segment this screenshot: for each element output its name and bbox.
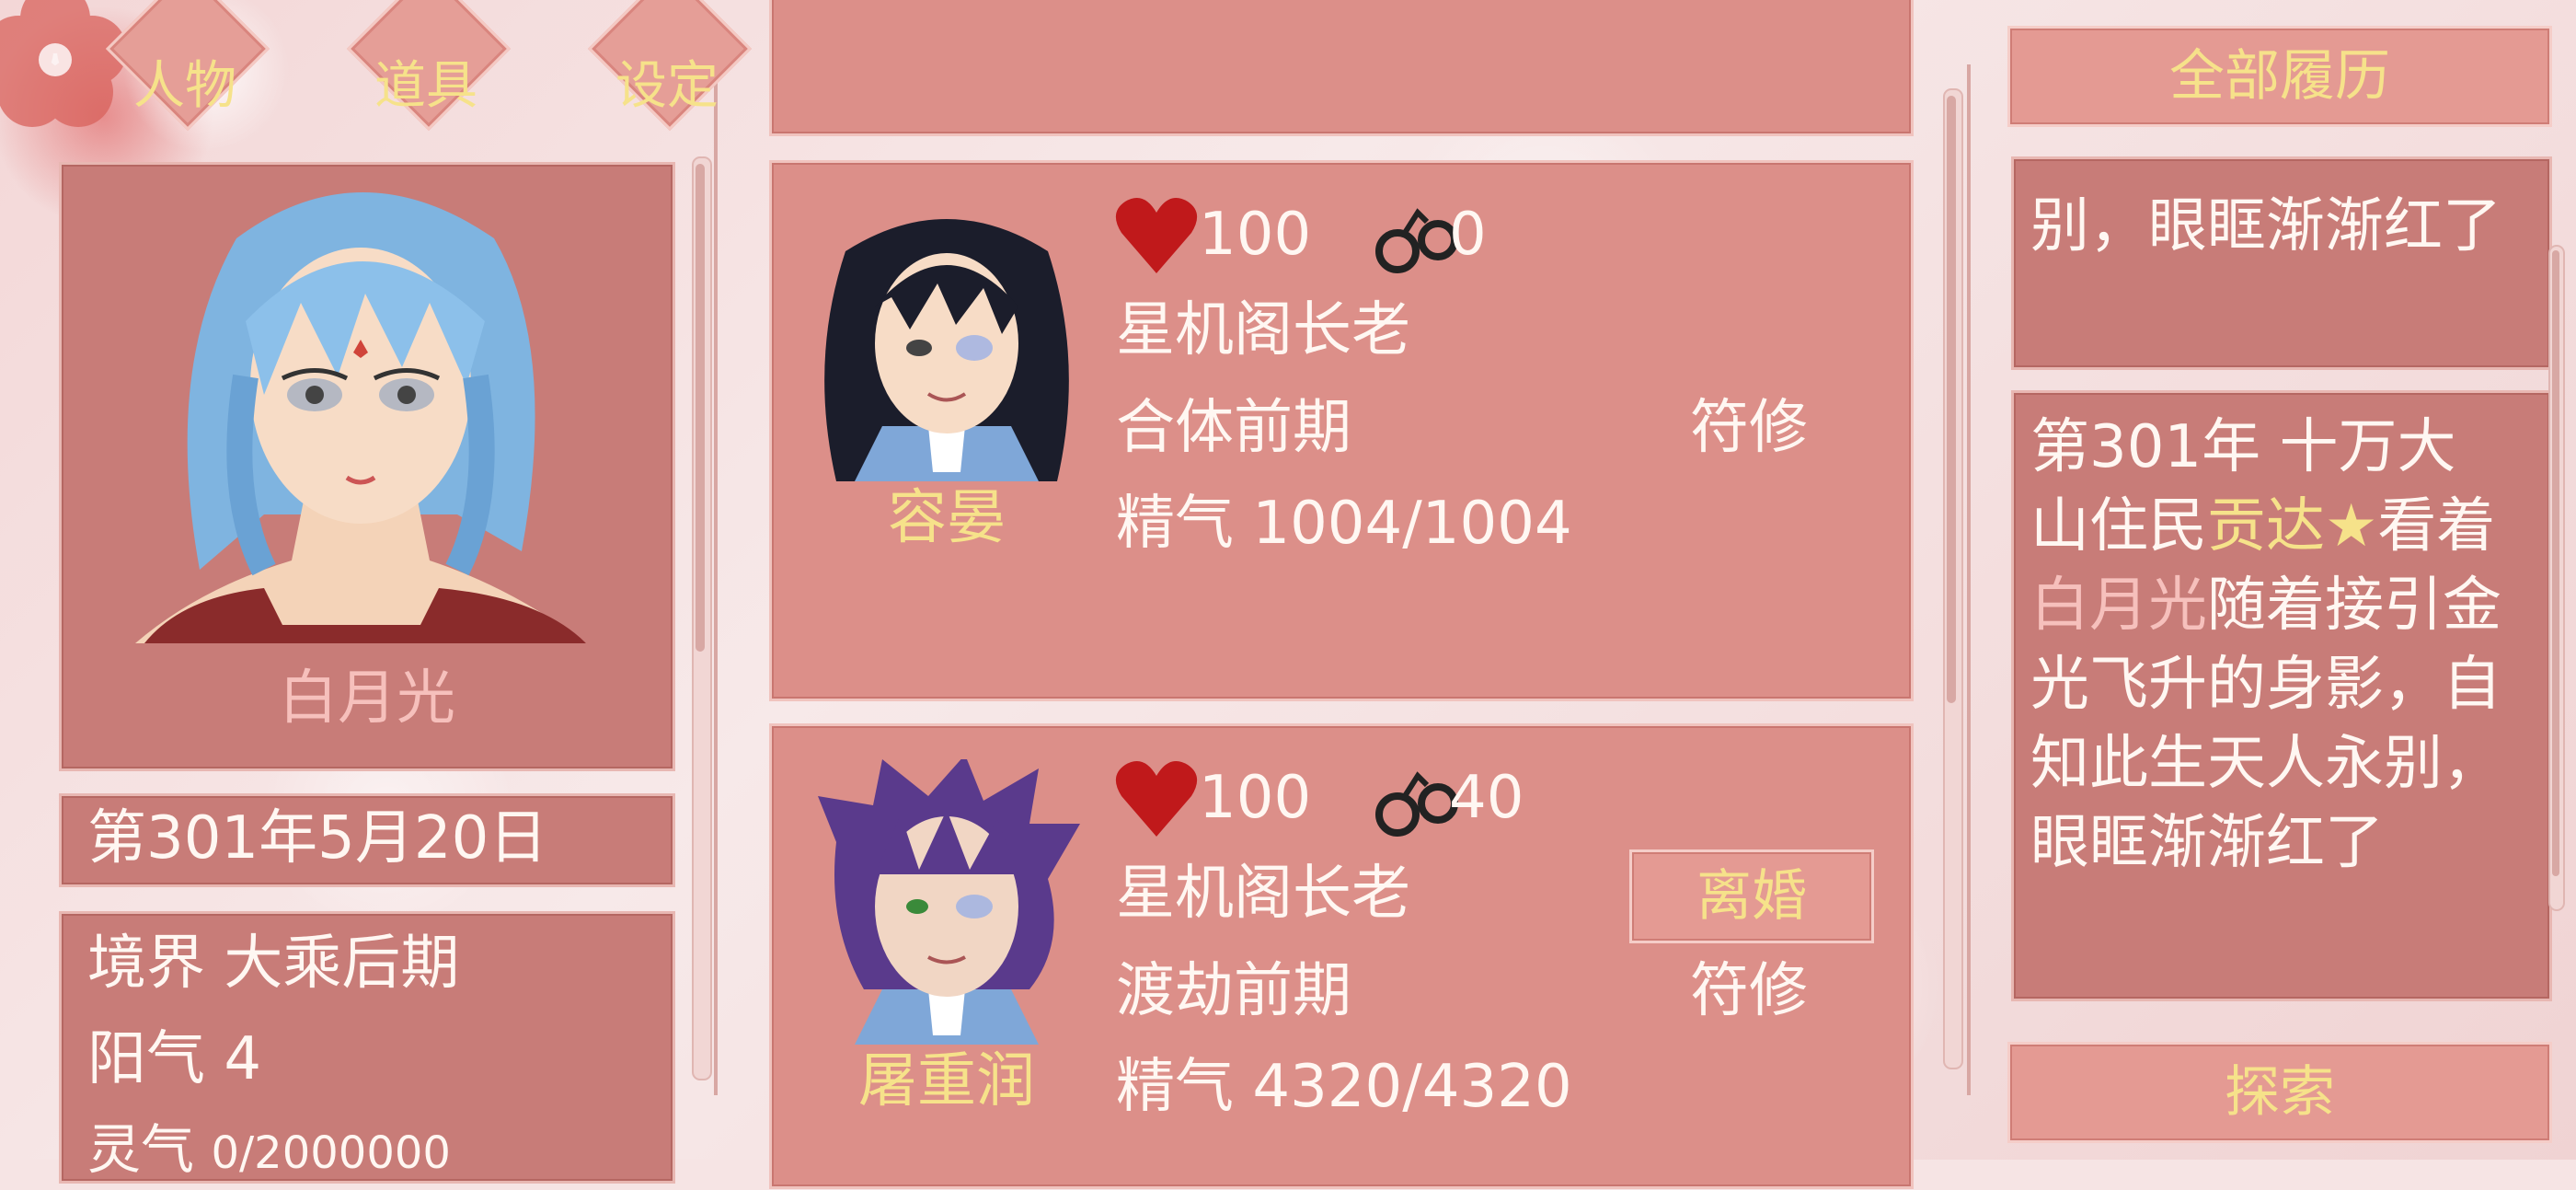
history-resident-name[interactable]: 贡达★ [2207, 492, 2377, 560]
bond-value: 0 [1449, 201, 1487, 269]
tab-items-label: 道具 [374, 56, 477, 116]
heart-icon [1114, 196, 1199, 279]
ling-value: 0/2000000 [211, 1127, 451, 1179]
partner-card[interactable]: 屠重润 100 40 星机阁长老 离婚 渡劫前期 符修 精气 4320/4320 [769, 723, 1914, 1189]
history-text-mid: 看着 [2377, 492, 2496, 560]
tab-settings[interactable]: 设定 [587, 0, 753, 156]
tab-characters[interactable]: 人物 [105, 0, 270, 156]
divorce-button[interactable]: 离婚 [1629, 849, 1874, 943]
yang-value: 4 [224, 1025, 262, 1093]
realm-value: 大乘后期 [224, 930, 460, 998]
left-scrollbar[interactable] [692, 156, 712, 1080]
partner-portrait [809, 755, 1085, 1045]
history-scrollbar[interactable] [2548, 245, 2565, 911]
realm-row: 境界 大乘后期 [87, 927, 459, 1000]
affection-value: 100 [1199, 201, 1312, 269]
yang-label: 阳气 [87, 1025, 205, 1093]
history-scrollbar-thumb[interactable] [2552, 250, 2559, 876]
partner-card-partial [769, 0, 1914, 136]
history-header-button[interactable]: 全部履历 [2007, 26, 2552, 127]
partner-class: 符修 [1690, 957, 1808, 1025]
left-scrollbar-thumb[interactable] [696, 164, 705, 652]
partner-title: 星机阁长老 [1116, 860, 1410, 928]
partner-essence: 精气 1004/1004 [1116, 487, 1572, 560]
player-name: 白月光 [279, 664, 455, 733]
partner-card[interactable]: 容晏 100 0 星机阁长老 合体前期 符修 精气 1004/1004 [769, 160, 1914, 701]
explore-button[interactable]: 探索 [2007, 1042, 2552, 1143]
player-portrait [126, 165, 595, 643]
player-stats-panel: 境界 大乘后期 阳气 4 灵气 0/2000000 [59, 911, 675, 1184]
history-entry-text: 第301年 十万大山住民贡达★看着白月光随着接引金光飞升的身影，自知此生天人永别… [2030, 408, 2509, 883]
partner-stage: 合体前期 [1116, 394, 1351, 462]
current-date: 第301年5月20日 [87, 804, 548, 872]
tab-characters-label: 人物 [133, 56, 236, 116]
essence-label: 精气 [1116, 1053, 1234, 1121]
partner-class: 符修 [1690, 394, 1808, 462]
partner-title: 星机阁长老 [1116, 296, 1410, 364]
partner-essence: 精气 4320/4320 [1116, 1050, 1572, 1124]
history-entry: 第301年 十万大山住民贡达★看着白月光随着接引金光飞升的身影，自知此生天人永别… [2011, 390, 2552, 1001]
date-panel: 第301年5月20日 [59, 793, 675, 887]
realm-label: 境界 [87, 930, 205, 998]
partner-name: 屠重润 [858, 1047, 1035, 1115]
center-scrollbar[interactable] [1943, 88, 1963, 1069]
player-portrait-panel[interactable]: 白月光 [59, 162, 675, 771]
tab-settings-label: 设定 [615, 56, 719, 116]
partner-stage: 渡劫前期 [1116, 957, 1351, 1025]
affection-value: 100 [1199, 764, 1312, 832]
essence-label: 精气 [1116, 490, 1234, 558]
heart-icon [1114, 759, 1199, 842]
partner-name: 容晏 [888, 484, 1006, 552]
history-player-name[interactable]: 白月光 [2030, 572, 2207, 640]
left-divider-line [714, 37, 718, 1095]
essence-value: 4320/4320 [1252, 1053, 1572, 1121]
partner-portrait [809, 196, 1085, 481]
ling-label: 灵气 [87, 1118, 195, 1181]
center-divider-line [1967, 64, 1971, 1095]
bond-value: 40 [1449, 764, 1524, 832]
history-entry-text: 别，眼眶渐渐红了 [2030, 192, 2501, 260]
essence-value: 1004/1004 [1252, 490, 1572, 558]
tab-items[interactable]: 道具 [346, 0, 512, 156]
ling-row: 灵气 0/2000000 [87, 1113, 451, 1190]
history-entry: 别，眼眶渐渐红了 [2011, 156, 2552, 370]
center-scrollbar-thumb[interactable] [1947, 96, 1956, 703]
yang-row: 阳气 4 [87, 1022, 261, 1096]
